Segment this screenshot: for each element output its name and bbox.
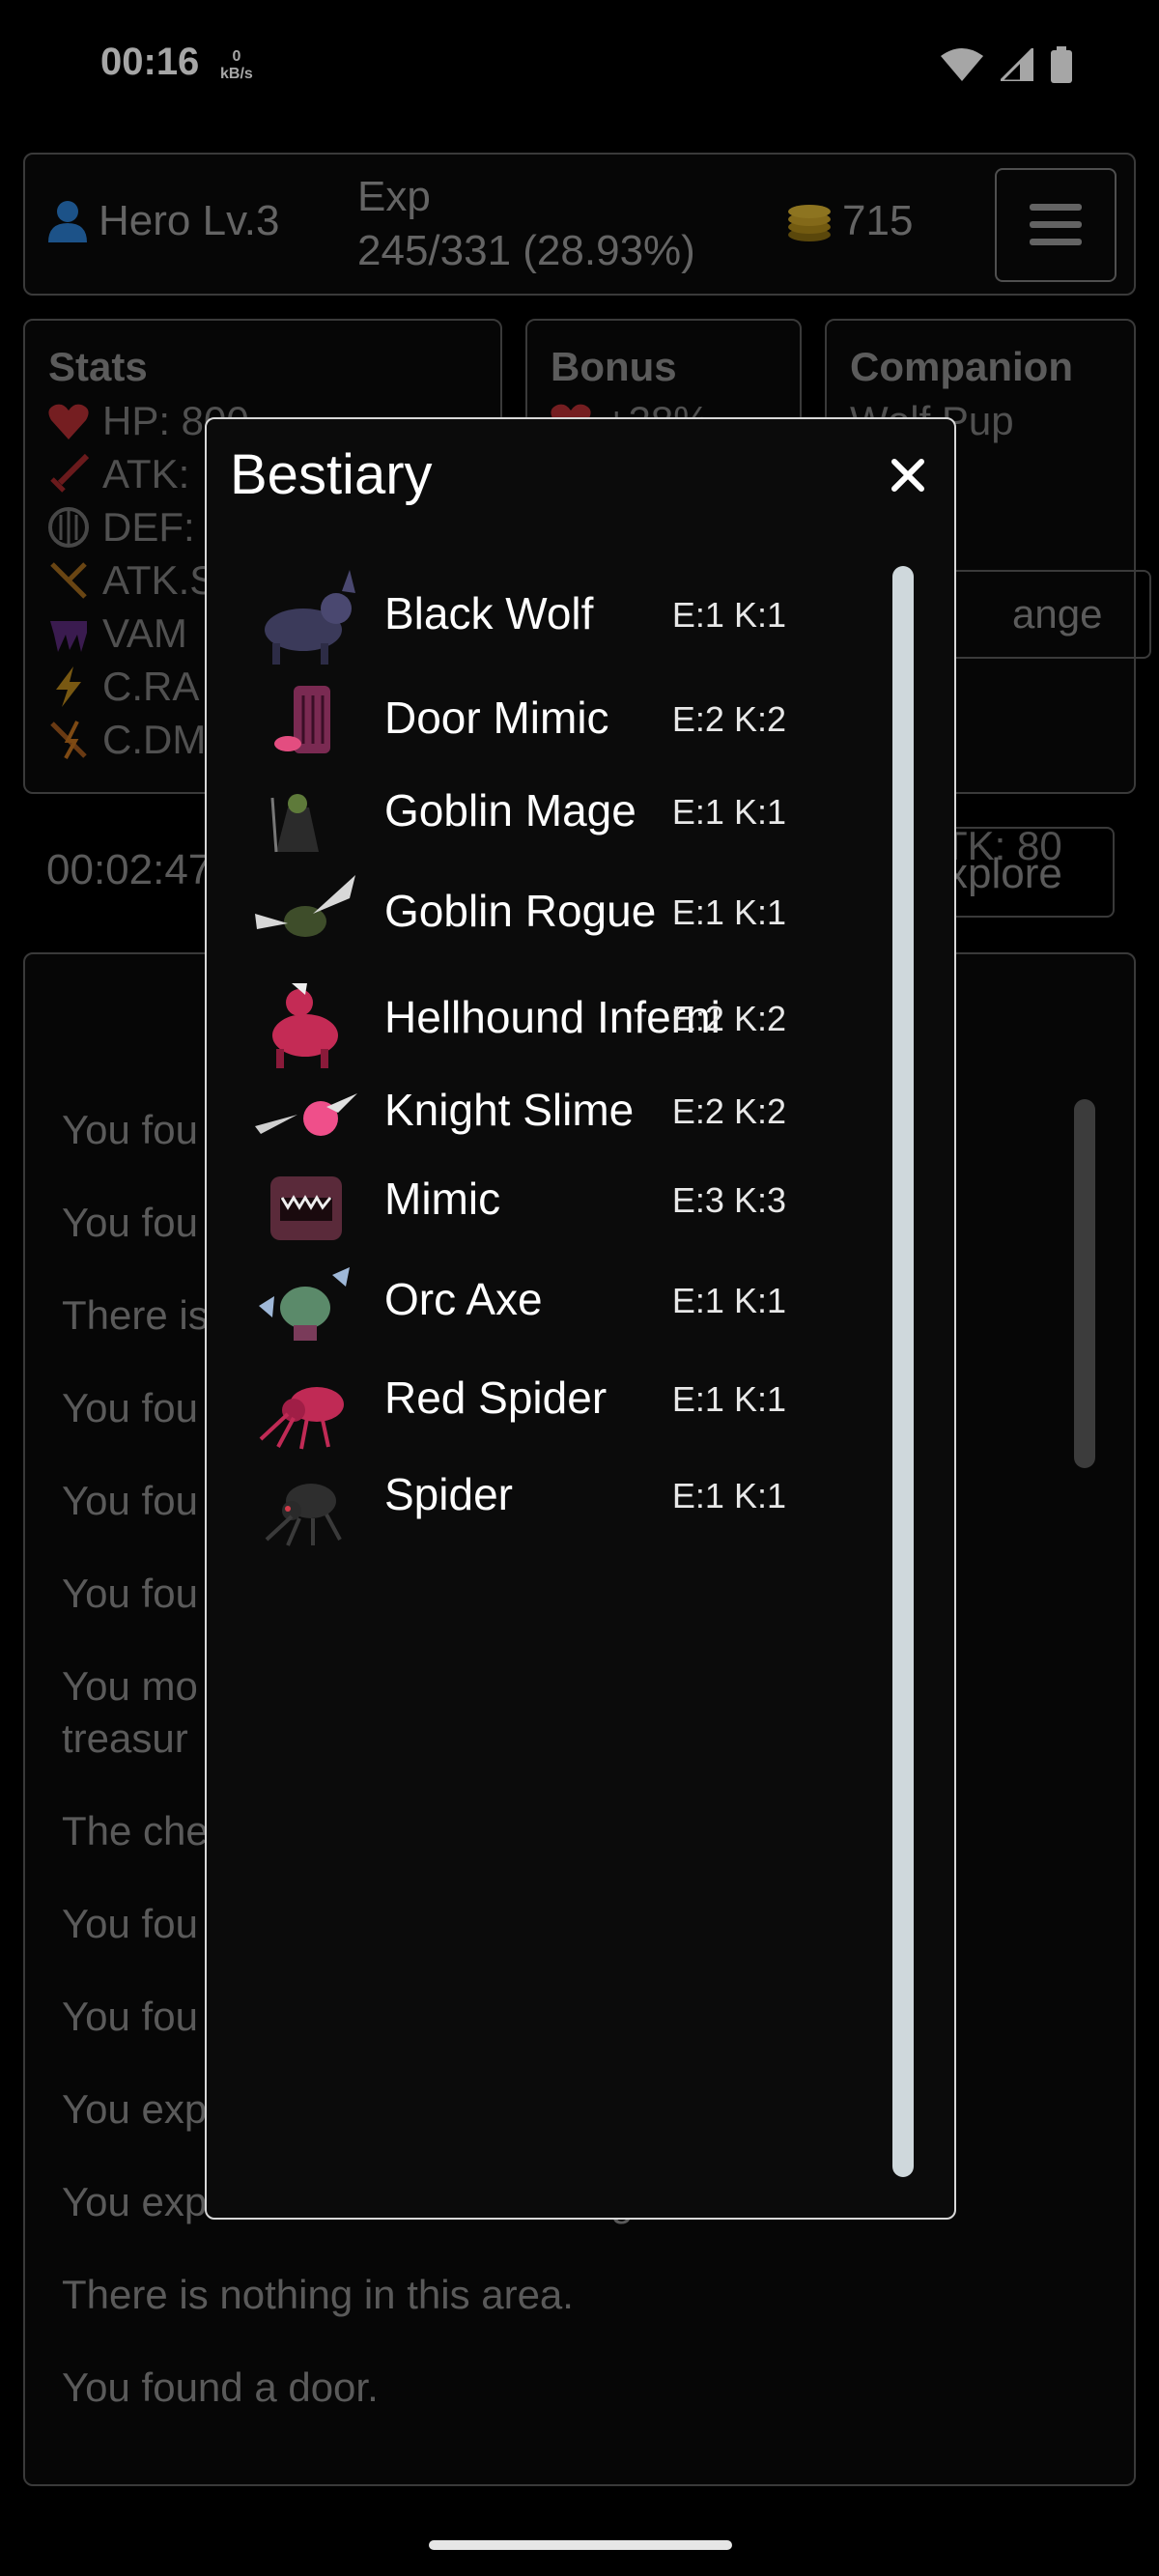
monster-name: Door Mimic (384, 693, 609, 743)
goblin-rogue-icon (249, 860, 363, 974)
monster-encounter-kill-count: E:1 K:1 (671, 792, 786, 832)
monster-encounter-kill-count: E:1 K:1 (671, 1379, 786, 1419)
monster-encounter-kill-count: E:1 K:1 (671, 1281, 786, 1320)
monster-name: Black Wolf (384, 588, 594, 638)
monster-encounter-kill-count: E:1 K:1 (671, 892, 786, 932)
home-indicator[interactable] (429, 2540, 732, 2550)
monster-name: Red Spider (384, 1373, 608, 1423)
bestiary-modal: Bestiary Black Wolf E:1 K:1 Door Mimic E:2 … (205, 417, 956, 2220)
monster-encounter-kill-count: E:1 K:1 (671, 595, 786, 635)
close-button[interactable] (879, 446, 937, 504)
monster-encounter-kill-count: E:1 K:1 (671, 1476, 786, 1515)
monster-name: Knight Slime (384, 1085, 635, 1135)
bestiary-row[interactable]: Spider E:1 K:1 (207, 1435, 883, 1571)
monster-name: Goblin Mage (384, 785, 636, 835)
monster-name: Spider (384, 1469, 513, 1519)
monster-name: Goblin Rogue (384, 886, 657, 936)
monster-name: Orc Axe (384, 1274, 543, 1324)
monster-encounter-kill-count: E:2 K:2 (671, 699, 786, 739)
close-icon (891, 459, 924, 492)
monster-encounter-kill-count: E:3 K:3 (671, 1180, 786, 1220)
bestiary-scrollbar[interactable] (892, 566, 914, 2177)
bestiary-list: Black Wolf E:1 K:1 Door Mimic E:2 K:2 Goblin… (207, 554, 883, 2196)
monster-encounter-kill-count: E:2 K:2 (671, 999, 786, 1038)
monster-name: Mimic (384, 1174, 501, 1224)
monster-name: Hellhound Inferni (384, 992, 721, 1042)
spider-icon (249, 1443, 363, 1557)
bestiary-title: Bestiary (230, 443, 433, 506)
monster-encounter-kill-count: E:2 K:2 (671, 1091, 786, 1131)
